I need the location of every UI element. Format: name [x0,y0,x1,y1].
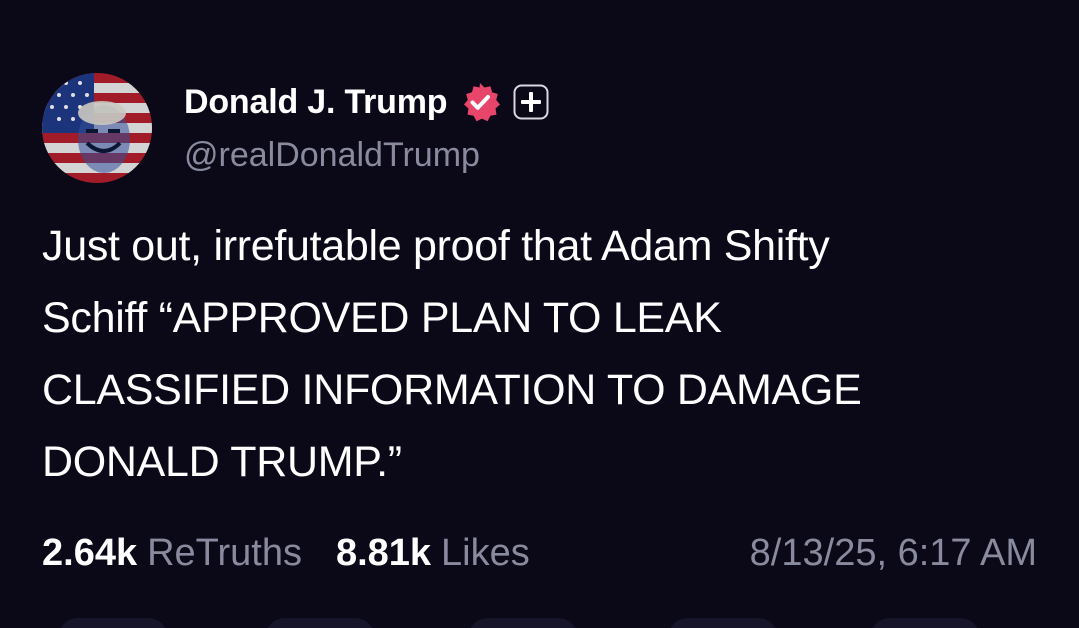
retruth-action-button[interactable] [265,618,375,628]
likes-count: 8.81k [335,531,432,574]
plus-badge-icon[interactable] [513,84,549,120]
post-text-line: DONALD TRUMP.” [42,438,402,486]
avatar[interactable] [42,73,152,183]
reply-action-button[interactable] [58,618,168,628]
author-display-name[interactable]: Donald J. Trump [184,83,448,122]
engagement-stats: 2.64k ReTruths 8.81k Likes 8/13/25, 6:17… [42,525,1037,581]
author-handle[interactable]: @realDonaldTrump [184,136,480,175]
likes-label: Likes [441,531,530,574]
post-body: Just out, irrefutable proof that Adam Sh… [42,210,1032,498]
more-action-button[interactable] [870,618,980,628]
flag-portrait-avatar [42,73,152,183]
retruths-count: 2.64k [42,531,138,574]
likes-stat[interactable]: 8.81k Likes [336,532,530,575]
post-timestamp: 8/13/25, 6:17 AM [749,531,1037,574]
like-action-button[interactable] [468,618,578,628]
verified-badge-icon [459,81,501,123]
post-card: Donald J. Trump @realDonaldTrump Just ou… [0,0,1079,628]
author-name-row: Donald J. Trump [184,80,549,124]
post-text-line: Just out, irrefutable proof that Adam Sh… [42,222,830,270]
post-text-line: CLASSIFIED INFORMATION TO DAMAGE [42,366,862,414]
post-text-line: Schiff “APPROVED PLAN TO LEAK [42,294,722,342]
retruths-stat[interactable]: 2.64k ReTruths [42,532,302,575]
retruths-label: ReTruths [147,531,302,574]
share-action-button[interactable] [668,618,778,628]
